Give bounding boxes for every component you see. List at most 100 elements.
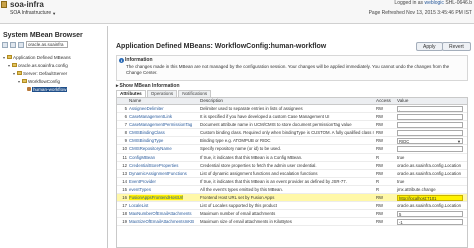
attribute-name-link[interactable]: CaseManagementPermissionTag: [129, 122, 192, 127]
attribute-value-input[interactable]: -1: [397, 218, 463, 225]
mbean-search-input[interactable]: [26, 41, 68, 48]
attribute-description: Frontend Host URL set by Fusion Apps: [200, 195, 275, 201]
attribute-value-text: 5: [399, 211, 402, 217]
table-row[interactable]: 17 LocaleList List of Locales supported by…: [117, 202, 467, 211]
attribute-value-text: -1: [399, 219, 403, 225]
table-row[interactable]: 5 AssigneeDelimiter Delimiter used to sepa…: [117, 105, 467, 114]
table-row[interactable]: 12 CredentialStoreProperties Credential st…: [117, 162, 467, 170]
table-row[interactable]: 6 CaseManagementLink It is specified if yo…: [117, 113, 467, 122]
chevron-down-icon[interactable]: ▼: [457, 139, 461, 143]
table-row[interactable]: 10 CMISRepositoryName Specify repository n…: [117, 145, 467, 154]
attribute-value-input[interactable]: [397, 145, 463, 152]
attribute-access: R: [376, 186, 380, 192]
attribute-value-cell: oracle.as.soainfra.config.Location: [396, 202, 467, 209]
tree-node[interactable]: ▾ WorkflowConfig: [2, 77, 106, 85]
attribute-value-input[interactable]: [397, 121, 463, 128]
apply-button[interactable]: Apply: [416, 42, 443, 51]
attribute-value-select[interactable]: RIDC ▼: [397, 137, 463, 144]
attribute-name-link[interactable]: CredentialStoreProperties: [129, 163, 178, 168]
tab-operations[interactable]: Operations: [146, 90, 178, 97]
table-row[interactable]: 15 eventTypes All the event's types emitte…: [117, 186, 467, 195]
target-menu[interactable]: SOA Infrastructure ▼: [10, 10, 56, 16]
attribute-name-link[interactable]: DynamicAssignmentFunctions: [129, 171, 187, 176]
col-access[interactable]: Access: [374, 98, 396, 104]
attribute-value-input[interactable]: [397, 129, 463, 136]
table-row[interactable]: 9 CMISBindingType Binding type e.g. ATOMPU…: [117, 137, 467, 146]
tree-twisty-icon[interactable]: ▾: [7, 63, 11, 68]
tree-node-label: oracle.as.soainfra.config: [18, 62, 68, 68]
collapse-all-icon[interactable]: [10, 41, 16, 48]
browser-toolbar: [2, 40, 106, 49]
table-row[interactable]: 18 MaxNumberOfEmailAttachments Maximum num…: [117, 210, 467, 219]
attribute-name-link[interactable]: ConfigMBean: [129, 155, 155, 160]
tree-node[interactable]: ▾ Server: DefaultServer: [2, 69, 106, 77]
attribute-name-cell: eventTypes: [128, 186, 198, 193]
folder-icon: [22, 79, 27, 83]
row-number: 12: [122, 162, 127, 168]
attribute-name-cell: CaseManagementPermissionTag: [128, 121, 198, 128]
table-row[interactable]: 13 DynamicAssignmentFunctions List of dyna…: [117, 170, 467, 178]
attribute-access: RW: [376, 114, 384, 120]
attribute-description: Binding type e.g. ATOMPUB or RIDC: [200, 138, 271, 144]
show-mbean-info-toggle[interactable]: ▸ Show MBean Information: [116, 83, 180, 89]
attribute-name-link[interactable]: CMISBindingType: [129, 138, 163, 143]
row-number: 18: [122, 211, 127, 217]
tree-node[interactable]: ▾ Application Defined MBeans: [2, 53, 106, 61]
col-value[interactable]: Value: [396, 98, 467, 104]
chevron-right-icon: ▸: [116, 83, 119, 89]
tab-bar: Attributes Operations Notifications: [116, 90, 212, 97]
attribute-name-link[interactable]: EventProvider: [129, 179, 156, 184]
expand-all-icon[interactable]: [2, 41, 8, 48]
attribute-name-link[interactable]: eventTypes: [129, 187, 151, 192]
attribute-value-cell: ,: [396, 105, 467, 112]
attribute-description: Maximum size of email attachments in Kil…: [200, 219, 292, 225]
attribute-value-input[interactable]: 5: [397, 210, 463, 217]
revert-button[interactable]: Revert: [442, 42, 471, 51]
attribute-name-cell: CMISBindingType: [128, 137, 198, 144]
attribute-name-link[interactable]: CaseManagementLink: [129, 114, 172, 119]
attribute-name-link[interactable]: MaxSizeOfEmailAttachmentsInKB: [129, 219, 194, 224]
attribute-name-link[interactable]: AssigneeDelimiter: [129, 106, 164, 111]
attribute-value-input[interactable]: http://localhost:7101: [397, 194, 463, 201]
attribute-description: List of dynamic assignment functions and…: [200, 170, 318, 176]
attribute-name-cell: CMISBindingClass: [128, 129, 198, 136]
col-description[interactable]: Description: [198, 98, 374, 104]
attribute-description: All the event's types emitted by this MB…: [200, 186, 283, 192]
table-row[interactable]: 14 EventProvider If true, it indicates tha…: [117, 178, 467, 186]
show-mbean-info-label: Show MBean Information: [119, 83, 180, 89]
tab-notifications[interactable]: Notifications: [178, 90, 212, 97]
attribute-value-text: jmx.attribute.change: [397, 186, 436, 192]
attribute-description: Custom binding class. Required only when…: [200, 130, 374, 136]
refresh-icon[interactable]: [18, 41, 24, 48]
row-number: 6: [124, 114, 127, 120]
attribute-value-input[interactable]: [397, 113, 463, 120]
attribute-name-cell: CMISRepositoryName: [128, 145, 198, 152]
tree-node[interactable]: ▾ oracle.as.soainfra.config: [2, 61, 106, 69]
tree-twisty-icon[interactable]: ▾: [17, 79, 21, 84]
tab-attributes[interactable]: Attributes: [116, 90, 146, 97]
attribute-name-link[interactable]: MaxNumberOfEmailAttachments: [129, 211, 192, 216]
attribute-value-input[interactable]: ,: [397, 105, 463, 112]
attribute-name-link[interactable]: FusionAppsFrontendHostUrl: [129, 195, 184, 201]
tree-twisty-icon[interactable]: ▾: [2, 55, 6, 60]
table-row[interactable]: 7 CaseManagementPermissionTag Document att…: [117, 121, 467, 130]
tree-twisty-icon[interactable]: ▾: [12, 71, 16, 76]
table-body: 5 AssigneeDelimiter Delimiter used to sepa…: [117, 105, 467, 227]
col-name[interactable]: Name: [128, 98, 198, 104]
table-row[interactable]: 16 FusionAppsFrontendHostUrl Frontend Host…: [117, 194, 467, 203]
attribute-value-text: oracle.as.soainfra.config.Location: [397, 162, 462, 168]
table-row[interactable]: 8 CMISBindingClass Custom binding class. R…: [117, 129, 467, 138]
table-row[interactable]: 19 MaxSizeOfEmailAttachmentsInKB Maximum s…: [117, 218, 467, 227]
table-row[interactable]: 11 ConfigMBean If true, it indicates that …: [117, 154, 467, 162]
attribute-name-cell: FusionAppsFrontendHostUrl: [128, 194, 198, 201]
attribute-name-link[interactable]: LocaleList: [129, 203, 148, 208]
attribute-name-link[interactable]: CMISBindingClass: [129, 130, 165, 135]
attribute-name-link[interactable]: CMISRepositoryName: [129, 146, 172, 151]
attribute-value-cell: oracle.as.soainfra.config.Location: [396, 170, 467, 177]
attribute-access: RW: [376, 195, 384, 201]
row-number: 15: [122, 186, 127, 192]
attribute-description: If true, it indicates that this MBean is…: [200, 154, 303, 160]
user-link[interactable]: weblogic: [424, 0, 443, 6]
page-title: Application Defined MBeans: WorkflowConf…: [116, 43, 327, 50]
tree-node[interactable]: human-workflow: [2, 85, 106, 93]
